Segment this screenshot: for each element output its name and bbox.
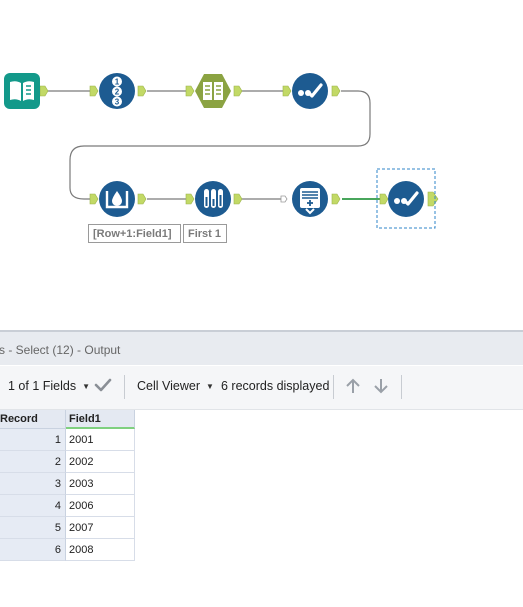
output-anchor[interactable]: [233, 85, 243, 97]
row-number-cell[interactable]: 6: [0, 539, 66, 561]
sample-tool[interactable]: [194, 180, 232, 218]
checkmark-icon: [94, 378, 112, 392]
formula-annotation: [Row+1:Field1]: [88, 224, 181, 243]
sample-test-tubes-icon: [195, 181, 231, 217]
table-cell[interactable]: 2003: [66, 473, 135, 495]
table-cell[interactable]: 2006: [66, 495, 135, 517]
cell-viewer-label: Cell Viewer: [137, 379, 200, 393]
multi-row-formula-icon: [99, 181, 135, 217]
cell-viewer-dropdown[interactable]: Cell Viewer ▼: [137, 379, 214, 393]
input-data-tool[interactable]: [3, 72, 41, 110]
results-toolbar: 1 of 1 Fields ▼ Cell Viewer ▼ 6 records di…: [0, 366, 523, 410]
svg-text:3: 3: [115, 98, 120, 107]
chevron-down-icon: ▼: [206, 382, 214, 391]
workflow-canvas[interactable]: 1 2 3 [Row+1:Field1] First 1: [0, 0, 523, 330]
row-number-cell[interactable]: 3: [0, 473, 66, 495]
select-check-selected-icon: [388, 181, 424, 217]
svg-text:2: 2: [115, 88, 120, 97]
input-anchor[interactable]: [185, 193, 195, 205]
row-number-cell[interactable]: 5: [0, 517, 66, 539]
output-anchor[interactable]: [39, 85, 49, 97]
output-anchor[interactable]: [427, 191, 439, 207]
scroll-up-button[interactable]: [344, 377, 362, 398]
input-anchor[interactable]: [282, 85, 292, 97]
column-header-label: Record: [0, 413, 38, 425]
row-number-cell[interactable]: 4: [0, 495, 66, 517]
output-anchor[interactable]: [233, 193, 243, 205]
output-anchor[interactable]: [137, 85, 147, 97]
select-tool-selected[interactable]: [387, 180, 425, 218]
connections-layer: [39, 85, 439, 229]
input-data-book-icon: [4, 73, 40, 109]
append-fields-icon: [292, 181, 328, 217]
output-anchor[interactable]: [331, 85, 341, 97]
scroll-down-button[interactable]: [372, 377, 390, 398]
column-header-record[interactable]: Record: [0, 410, 66, 429]
fields-selector-label: 1 of 1 Fields: [8, 379, 77, 393]
table-cell[interactable]: 2001: [66, 429, 135, 451]
records-displayed-text: 6 records displayed: [221, 379, 330, 393]
results-grid: Record Field1 1 2001 2 2002 3 2003 4 200…: [0, 410, 135, 562]
select-tool[interactable]: [291, 72, 329, 110]
column-header-field1[interactable]: Field1: [66, 410, 135, 429]
output-anchor[interactable]: [137, 193, 147, 205]
table-cell[interactable]: 2008: [66, 539, 135, 561]
chevron-down-icon: ▼: [82, 382, 91, 391]
results-title-bar: s - Select (12) - Output: [0, 330, 523, 365]
sample-annotation: First 1: [183, 224, 227, 243]
output-anchor[interactable]: [331, 193, 341, 205]
svg-text:1: 1: [115, 78, 120, 87]
record-id-tool[interactable]: 1 2 3: [98, 72, 136, 110]
input-anchor[interactable]: [89, 85, 99, 97]
input-anchor[interactable]: [185, 85, 195, 97]
arrow-up-icon: [346, 378, 360, 393]
fields-selector[interactable]: 1 of 1 Fields ▼: [8, 379, 90, 393]
record-id-icon: 1 2 3: [99, 73, 135, 109]
results-title: s - Select (12) - Output: [0, 343, 121, 357]
input-anchor[interactable]: [280, 195, 288, 203]
apply-check-button[interactable]: [94, 377, 112, 396]
append-fields-tool[interactable]: [291, 180, 329, 218]
row-number-cell[interactable]: 2: [0, 451, 66, 473]
text-to-columns-icon: [195, 74, 231, 108]
table-cell[interactable]: 2007: [66, 517, 135, 539]
multi-row-formula-tool[interactable]: [98, 180, 136, 218]
results-panel: s - Select (12) - Output 1 of 1 Fields ▼ …: [0, 330, 523, 607]
input-anchor[interactable]: [89, 193, 99, 205]
column-header-label: Field1: [69, 413, 101, 425]
select-check-icon: [292, 73, 328, 109]
text-to-columns-tool[interactable]: [194, 72, 232, 110]
row-number-cell[interactable]: 1: [0, 429, 66, 451]
table-cell[interactable]: 2002: [66, 451, 135, 473]
toolbar-divider: [333, 375, 334, 399]
toolbar-divider: [124, 375, 125, 399]
arrow-down-icon: [374, 379, 388, 394]
toolbar-divider: [401, 375, 402, 399]
